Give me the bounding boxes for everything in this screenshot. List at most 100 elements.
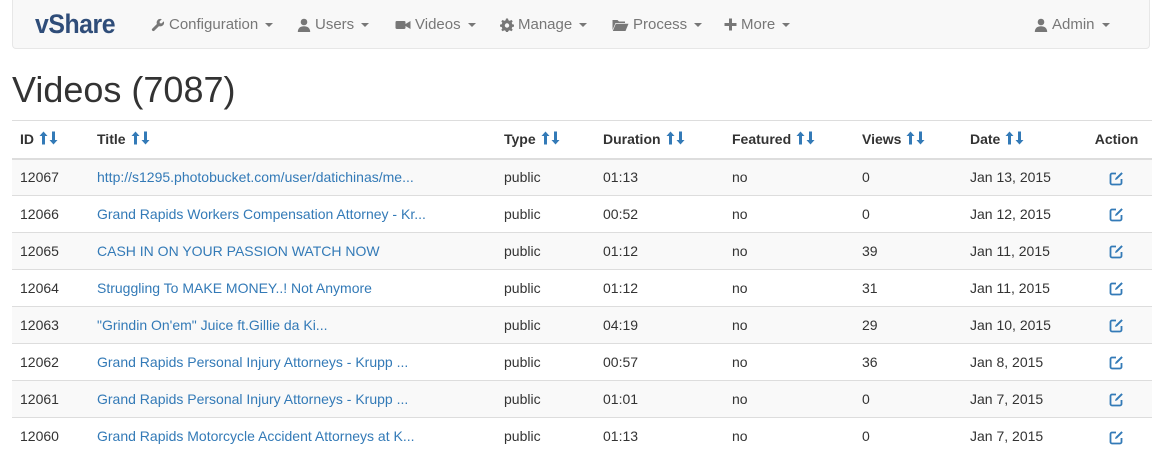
sort-ascending-icon[interactable] [906,131,915,145]
sort-controls [905,131,925,145]
menu-more-label: More [741,16,776,33]
cell-date: Jan 7, 2015 [962,380,1081,418]
cell-featured: no [724,380,854,418]
sort-controls [540,131,560,145]
column-header-label: Type [504,131,536,148]
video-title-link[interactable]: CASH IN ON YOUR PASSION WATCH NOW [97,243,380,259]
sort-descending-icon[interactable] [1015,131,1024,145]
edit-video-button[interactable] [1109,243,1124,259]
cell-date: Jan 10, 2015 [962,306,1081,344]
caret-down-icon [694,22,703,27]
sort-descending-icon[interactable] [916,131,925,145]
edit-video-button[interactable] [1109,354,1124,370]
menu-manage-label: Manage [518,16,573,33]
folder-open-icon [612,19,629,31]
cell-duration: 04:19 [595,306,724,344]
cell-type: public [496,158,595,196]
cell-type: public [496,195,595,233]
cell-views: 29 [854,306,962,344]
cell-duration: 01:13 [595,158,724,196]
sort-ascending-icon[interactable] [541,131,550,145]
sort-descending-icon[interactable] [141,131,150,145]
video-title-link[interactable]: Struggling To MAKE MONEY..! Not Anymore [97,280,372,296]
user-icon [297,18,311,32]
cell-title: Grand Rapids Motorcycle Accident Attorne… [89,417,496,455]
edit-video-button[interactable] [1109,169,1124,186]
edit-video-button[interactable] [1109,206,1124,222]
cell-date: Jan 13, 2015 [962,158,1081,196]
column-header-label: ID [20,131,34,148]
edit-video-button[interactable] [1109,317,1124,333]
table-row: 12064 Struggling To MAKE MONEY..! Not Any… [12,269,1152,307]
edit-video-button[interactable] [1109,428,1124,445]
sort-controls [665,131,685,145]
video-title-link[interactable]: "Grindin On'em" Juice ft.Gillie da Ki... [97,317,327,333]
column-header-id: ID [12,120,89,160]
cell-id: 12060 [12,417,89,455]
video-title-link[interactable]: http://s1295.photobucket.com/user/datich… [97,169,414,185]
column-header-label: Featured [732,131,792,148]
edit-video-button[interactable] [1109,280,1124,296]
cell-featured: no [724,158,854,196]
cell-duration: 01:12 [595,269,724,307]
cell-duration: 01:13 [595,417,724,455]
caret-down-icon [265,22,274,27]
menu-more[interactable]: More [724,0,791,49]
cell-type: public [496,269,595,307]
cell-id: 12067 [12,158,89,196]
gear-icon [500,18,514,32]
sort-ascending-icon[interactable] [1005,131,1014,145]
menu-videos[interactable]: Videos [395,0,476,49]
cell-date: Jan 7, 2015 [962,417,1081,455]
cell-action [1081,380,1152,418]
menu-videos-label: Videos [415,16,461,33]
cell-duration: 00:52 [595,195,724,233]
menu-admin-label: Admin [1052,16,1095,33]
cell-action [1081,269,1152,307]
video-title-link[interactable]: Grand Rapids Personal Injury Attorneys -… [97,391,408,407]
edit-icon [1109,356,1123,370]
cell-id: 12063 [12,306,89,344]
edit-video-button[interactable] [1109,391,1124,407]
cell-title: Grand Rapids Workers Compensation Attorn… [89,195,496,233]
menu-manage[interactable]: Manage [500,0,588,49]
cell-featured: no [724,195,854,233]
plus-icon [724,18,737,31]
cell-type: public [496,306,595,344]
cell-title: Struggling To MAKE MONEY..! Not Anymore [89,269,496,307]
cell-type: public [496,343,595,381]
menu-admin-account[interactable]: Admin [1034,0,1110,49]
cell-date: Jan 8, 2015 [962,343,1081,381]
sort-descending-icon[interactable] [551,131,560,145]
menu-users[interactable]: Users [297,0,370,49]
cell-views: 0 [854,158,962,196]
edit-icon [1109,430,1123,445]
cell-action [1081,306,1152,344]
sort-descending-icon[interactable] [676,131,685,145]
video-title-link[interactable]: Grand Rapids Personal Injury Attorneys -… [97,354,408,370]
menu-process[interactable]: Process [612,0,703,49]
sort-ascending-icon[interactable] [131,131,140,145]
cell-views: 0 [854,380,962,418]
sort-controls [795,131,815,145]
video-title-link[interactable]: Grand Rapids Motorcycle Accident Attorne… [97,428,414,444]
brand-logo[interactable]: vShare [35,9,116,40]
table-row: 12063 "Grindin On'em" Juice ft.Gillie da … [12,306,1152,344]
sort-ascending-icon[interactable] [39,131,48,145]
caret-down-icon [1101,22,1110,27]
menu-configuration[interactable]: Configuration [151,0,274,49]
table-row: 12062 Grand Rapids Personal Injury Attorn… [12,343,1152,381]
cell-featured: no [724,343,854,381]
video-title-link[interactable]: Grand Rapids Workers Compensation Attorn… [97,206,426,222]
cell-title: CASH IN ON YOUR PASSION WATCH NOW [89,232,496,270]
column-header-views: Views [854,120,962,160]
sort-descending-icon[interactable] [49,131,58,145]
cell-featured: no [724,306,854,344]
sort-ascending-icon[interactable] [796,131,805,145]
sort-descending-icon[interactable] [806,131,815,145]
cell-id: 12064 [12,269,89,307]
cell-featured: no [724,269,854,307]
top-navbar: vShare Configuration Users Videos Manage… [12,0,1150,49]
menu-users-label: Users [315,16,355,33]
sort-ascending-icon[interactable] [666,131,675,145]
